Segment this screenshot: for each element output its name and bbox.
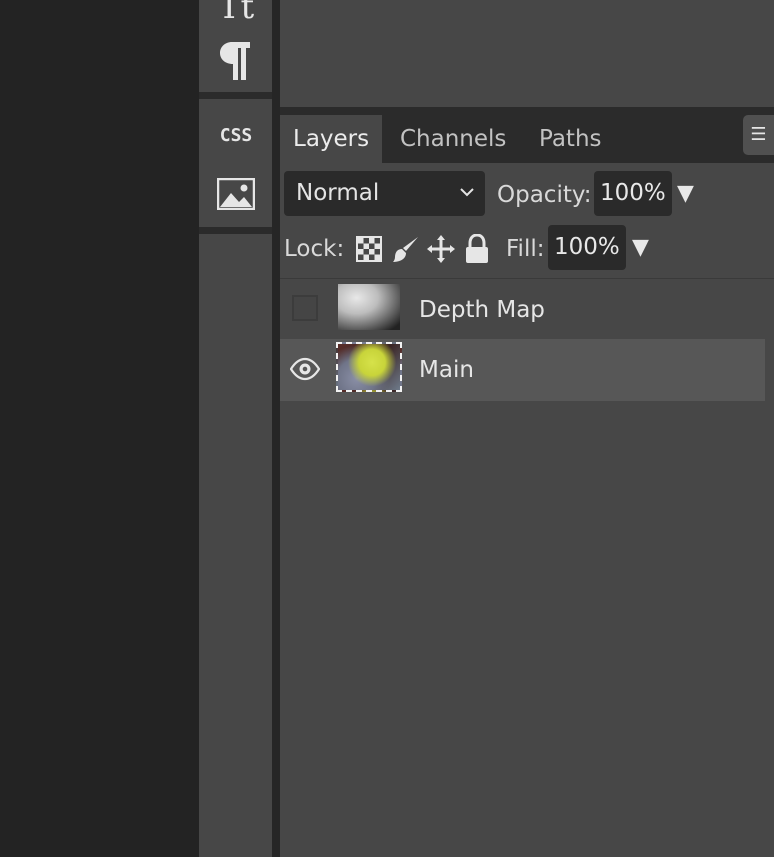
layer-thumbnail [338, 284, 400, 330]
lock-position-move-icon[interactable] [426, 234, 456, 264]
tab-paths[interactable]: Paths [526, 115, 615, 163]
paragraph-icon[interactable] [199, 36, 272, 84]
svg-text:Tt: Tt [217, 0, 254, 27]
chevron-down-icon [460, 188, 474, 197]
layers-tabbar: Layers Channels Paths [280, 107, 774, 163]
text-vertical-icon[interactable]: Tt [199, 0, 272, 28]
image-icon[interactable] [199, 174, 272, 214]
opacity-label: Opacity: [497, 182, 592, 208]
panel-gutter [272, 0, 280, 857]
css-icon[interactable]: CSS [199, 120, 272, 148]
tab-layers[interactable]: Layers [280, 115, 383, 163]
upper-panel [280, 0, 774, 107]
fill-input[interactable]: 100% [548, 225, 626, 270]
layer-thumbnail-selected [336, 342, 402, 392]
layer-row-selected[interactable]: Main [280, 339, 765, 401]
fill-label: Fill: [506, 236, 545, 262]
strip-divider [199, 227, 272, 234]
lock-label: Lock: [284, 236, 345, 262]
blend-mode-value: Normal [296, 180, 380, 206]
canvas-area [0, 0, 199, 857]
lock-pixels-brush-icon[interactable] [391, 234, 421, 264]
strip-divider [199, 92, 272, 99]
layer-name[interactable]: Depth Map [419, 279, 545, 341]
eye-icon[interactable] [290, 356, 320, 382]
lock-transparency-icon[interactable] [354, 234, 384, 264]
visibility-checkbox[interactable] [292, 295, 318, 321]
hamburger-menu-icon[interactable]: ☰ [743, 115, 774, 155]
layers-panel [280, 163, 774, 857]
fill-dropdown-arrow[interactable]: ▼ [632, 235, 649, 260]
opacity-input[interactable]: 100% [594, 171, 672, 216]
layer-row[interactable]: Depth Map [280, 279, 765, 341]
opacity-dropdown-arrow[interactable]: ▼ [677, 181, 694, 206]
tab-channels[interactable]: Channels [387, 115, 519, 163]
layer-name[interactable]: Main [419, 339, 474, 401]
css-icon-label: CSS [219, 125, 252, 144]
lock-all-padlock-icon[interactable] [462, 234, 492, 264]
blend-mode-select[interactable]: Normal [284, 171, 485, 216]
